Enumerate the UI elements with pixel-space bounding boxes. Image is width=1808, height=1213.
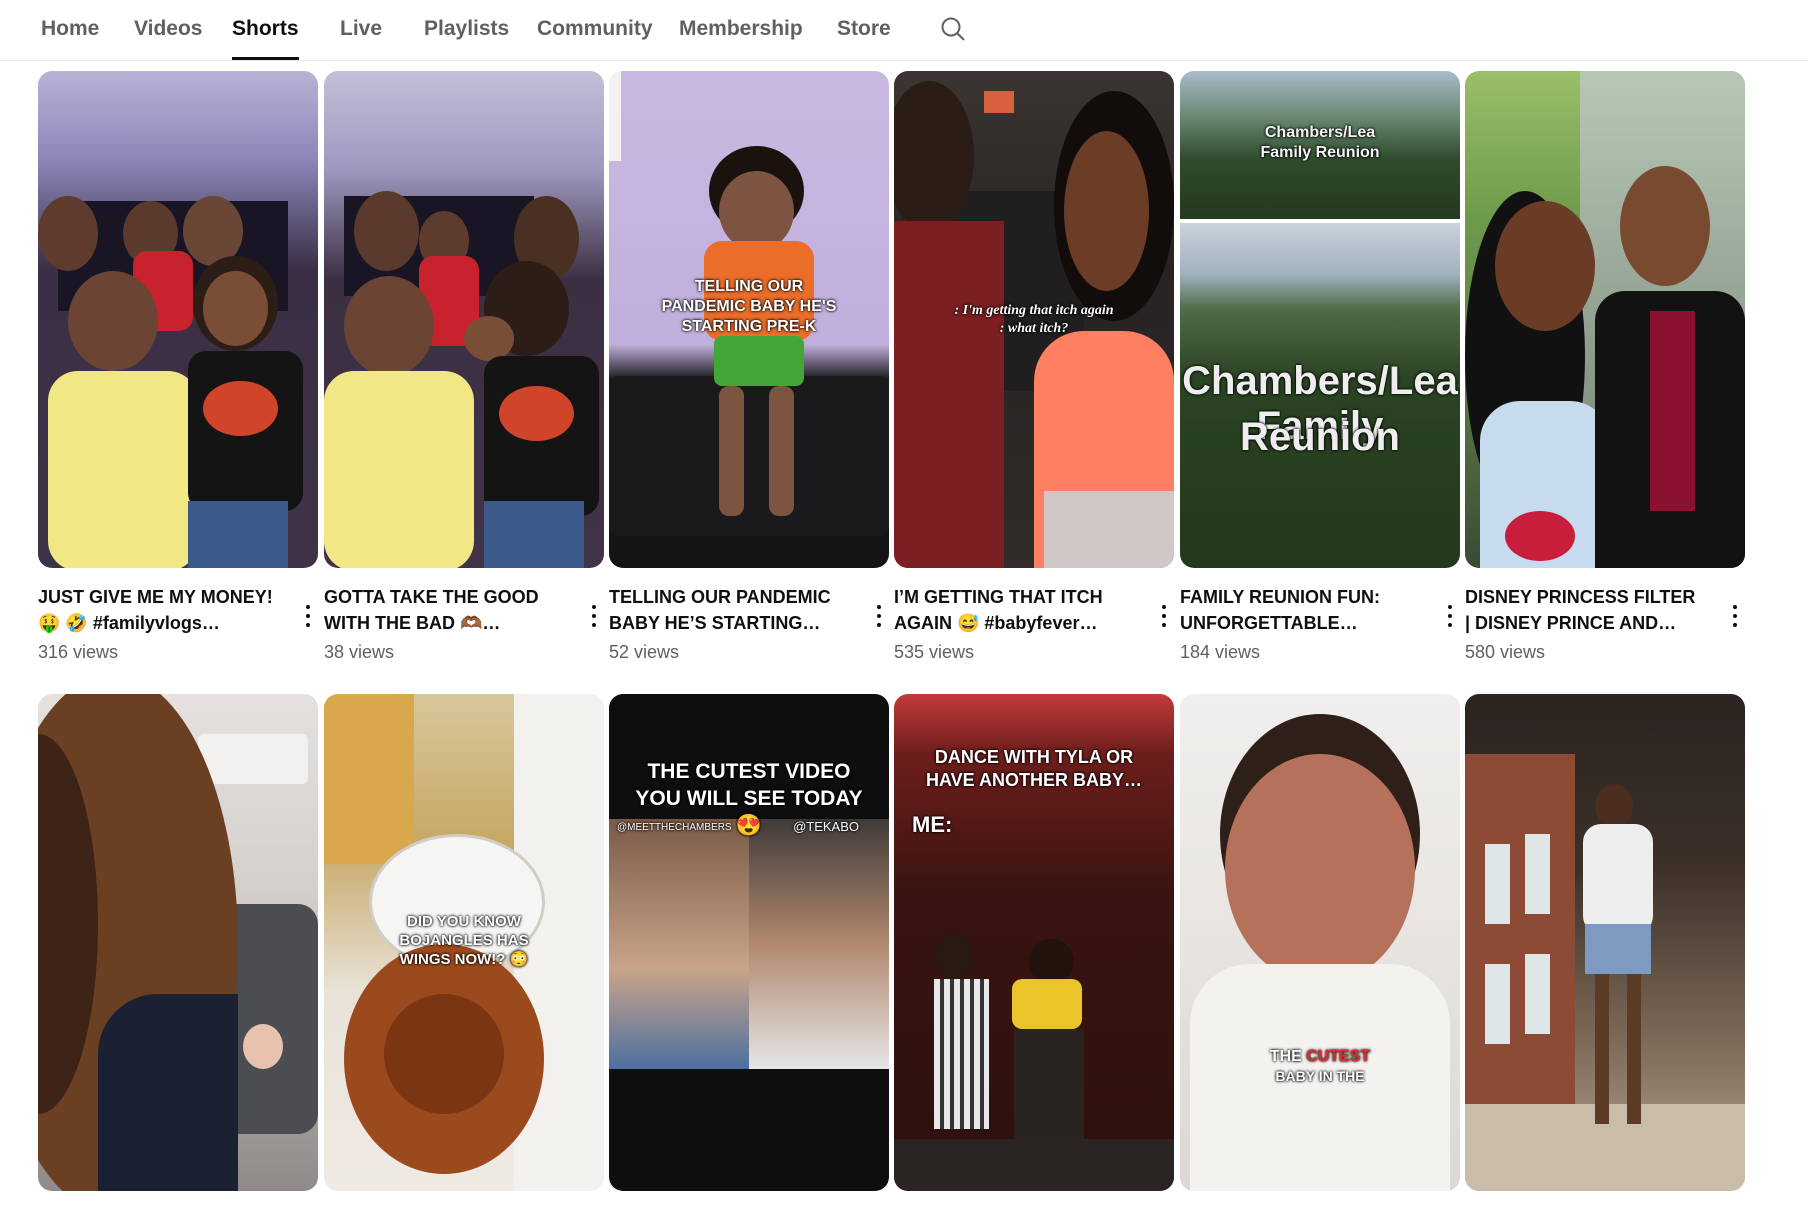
- overlay-caption: DANCE WITH TYLA OR HAVE ANOTHER BABY…: [925, 747, 1142, 790]
- overlay-caption: TELLING OUR PANDEMIC BABY HE'S STARTING …: [661, 278, 837, 335]
- short-thumbnail[interactable]: [324, 71, 604, 568]
- short-thumbnail[interactable]: [38, 694, 318, 1191]
- short-views: 580 views: [1465, 642, 1546, 662]
- tab-community[interactable]: Community: [537, 0, 653, 60]
- short-views: 535 views: [894, 642, 975, 662]
- short-thumbnail[interactable]: : I'm getting that itch again : what itc…: [894, 71, 1174, 568]
- short-title[interactable]: FAMILY REUNION FUN: UNFORGETTABLE MOMEN…: [1180, 584, 1420, 636]
- overlay-big-2: Reunion: [1240, 415, 1400, 459]
- overlay-line-2: BABY IN THE: [1275, 1068, 1365, 1084]
- more-vert-icon[interactable]: [298, 602, 318, 630]
- tab-membership[interactable]: Membership: [679, 0, 803, 60]
- short-card: JUST GIVE ME MY MONEY! 🤑 🤣 #familyvlogs …: [38, 71, 318, 663]
- overlay-line-1: : I'm getting that itch again: [954, 303, 1114, 318]
- short-thumbnail[interactable]: THE CUTEST VIDEO YOU WILL SEE TODAY 😍 @M…: [609, 694, 889, 1191]
- search-icon[interactable]: [940, 16, 966, 42]
- short-thumbnail[interactable]: DANCE WITH TYLA OR HAVE ANOTHER BABY… ME…: [894, 694, 1174, 1191]
- overlay-small: Chambers/Lea Family Reunion: [1260, 124, 1380, 161]
- short-title[interactable]: GOTTA TAKE THE GOOD WITH THE BAD 🫶🏾…: [324, 584, 564, 636]
- short-card: DISNEY PRINCESS FILTER | DISNEY PRINCE A…: [1465, 71, 1745, 663]
- tab-live[interactable]: Live: [340, 0, 382, 60]
- short-title[interactable]: TELLING OUR PANDEMIC BABY HE’S STARTING …: [609, 584, 849, 636]
- tab-home[interactable]: Home: [41, 0, 99, 60]
- short-card: GOTTA TAKE THE GOOD WITH THE BAD 🫶🏾… 38 …: [324, 71, 604, 663]
- tab-store[interactable]: Store: [837, 0, 891, 60]
- tab-shorts[interactable]: Shorts: [232, 0, 299, 60]
- more-vert-icon[interactable]: [869, 602, 889, 630]
- short-card: THE CUTEST VIDEO YOU WILL SEE TODAY 😍 @M…: [609, 694, 889, 1213]
- tag-left: @MEETTHECHAMBERS: [617, 822, 732, 833]
- short-thumbnail[interactable]: DID YOU KNOW BOJANGLES HAS WINGS NOW!? 😳: [324, 694, 604, 1191]
- short-views: 52 views: [609, 642, 680, 662]
- overlay-line-2: : what itch?: [999, 321, 1069, 336]
- short-card: TELLING OUR PANDEMIC BABY HE'S STARTING …: [609, 71, 889, 663]
- tab-playlists[interactable]: Playlists: [424, 0, 509, 60]
- short-card: DANCE WITH TYLA OR HAVE ANOTHER BABY… ME…: [894, 694, 1174, 1213]
- short-thumbnail[interactable]: THE CUTEST BABY IN THE: [1180, 694, 1460, 1191]
- short-title[interactable]: DISNEY PRINCESS FILTER | DISNEY PRINCE A…: [1465, 584, 1705, 636]
- short-card: [1465, 694, 1745, 1213]
- overlay-me: ME:: [912, 812, 953, 837]
- short-thumbnail[interactable]: [1465, 71, 1745, 568]
- short-card: DID YOU KNOW BOJANGLES HAS WINGS NOW!? 😳: [324, 694, 604, 1213]
- short-title[interactable]: I’M GETTING THAT ITCH AGAIN 😅 #babyfever…: [894, 584, 1134, 636]
- short-views: 38 views: [324, 642, 395, 662]
- channel-tab-bar: Home Videos Shorts Live Playlists Commun…: [0, 0, 1808, 61]
- short-card: [38, 694, 318, 1213]
- short-card: : I'm getting that itch again : what itc…: [894, 71, 1174, 663]
- more-vert-icon[interactable]: [1440, 602, 1460, 630]
- short-thumbnail[interactable]: TELLING OUR PANDEMIC BABY HE'S STARTING …: [609, 71, 889, 568]
- short-thumbnail[interactable]: Chambers/Lea Family Reunion Chambers/Lea…: [1180, 71, 1460, 568]
- short-views: 184 views: [1180, 642, 1261, 662]
- overlay-line-1: THE CUTEST: [1180, 1048, 1460, 1066]
- short-card: THE CUTEST BABY IN THE: [1180, 694, 1460, 1213]
- more-vert-icon[interactable]: [1725, 602, 1745, 630]
- tab-videos[interactable]: Videos: [134, 0, 202, 60]
- short-thumbnail[interactable]: [1465, 694, 1745, 1191]
- short-title[interactable]: JUST GIVE ME MY MONEY! 🤑 🤣 #familyvlogs …: [38, 584, 278, 636]
- short-thumbnail[interactable]: [38, 71, 318, 568]
- short-card: Chambers/Lea Family Reunion Chambers/Lea…: [1180, 71, 1460, 663]
- overlay-cutest: THE CUTEST: [1269, 1048, 1371, 1065]
- tag-right: @TEKABO: [793, 819, 859, 834]
- overlay-caption: DID YOU KNOW BOJANGLES HAS WINGS NOW!? 😳: [399, 913, 529, 968]
- more-vert-icon[interactable]: [1154, 602, 1174, 630]
- short-views: 316 views: [38, 642, 119, 662]
- more-vert-icon[interactable]: [584, 602, 604, 630]
